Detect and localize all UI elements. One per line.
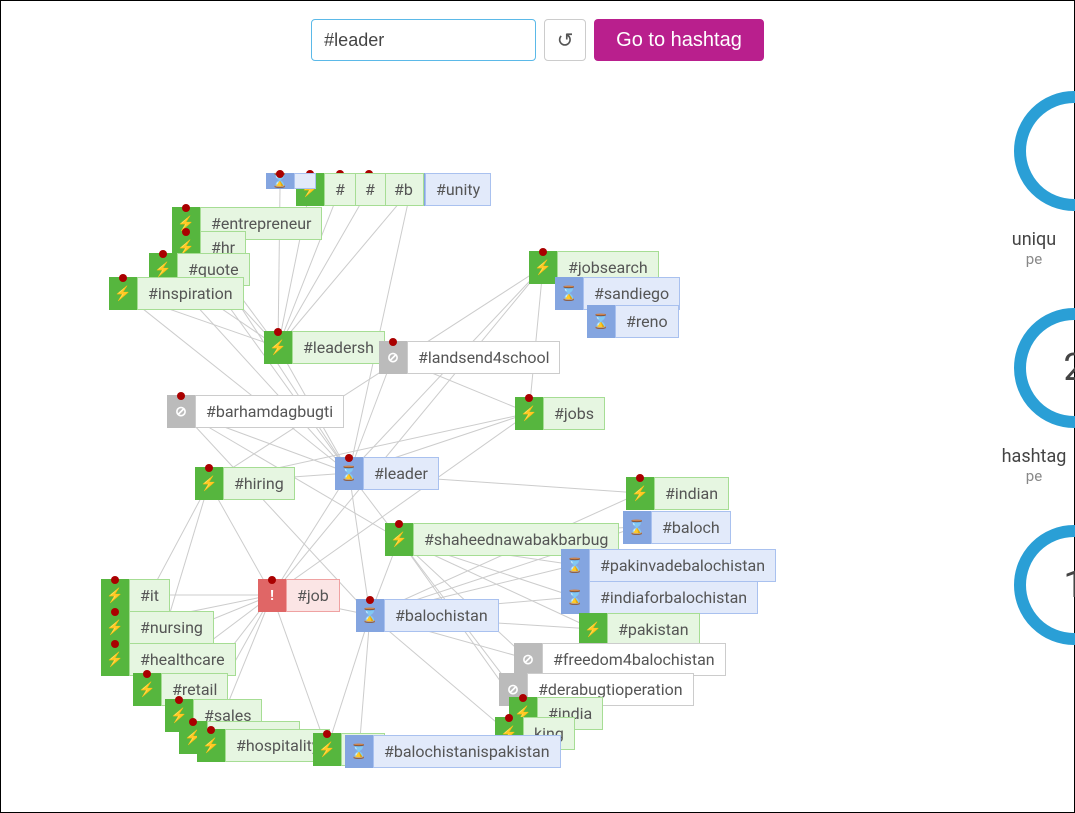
hashtag-label: #barhamdagbugti bbox=[195, 395, 344, 428]
hashtag-node[interactable]: !#job bbox=[258, 579, 340, 612]
stat-sub: pe bbox=[1026, 250, 1042, 268]
hourglass-icon: ⌛ bbox=[555, 277, 583, 310]
hourglass-icon: ⌛ bbox=[623, 511, 651, 544]
hashtag-label: #jobs bbox=[543, 397, 605, 430]
hashtag-node[interactable]: ⌛#pakinvadebalochistan bbox=[561, 549, 776, 582]
bolt-icon: ⚡ bbox=[264, 331, 292, 364]
hourglass-icon: ⌛ bbox=[561, 581, 589, 614]
hourglass-icon: ⌛ bbox=[345, 735, 373, 768]
hourglass-icon: ⌛ bbox=[356, 599, 384, 632]
hashtag-node[interactable]: ⌛#reno bbox=[587, 305, 679, 338]
hashtag-label: #leader bbox=[363, 457, 439, 490]
stat-sub: pe bbox=[1026, 467, 1042, 485]
stat-ring: 2 bbox=[1014, 308, 1075, 428]
search-bar: ↺ Go to hashtag bbox=[1, 19, 1074, 61]
hashtag-label: # bbox=[354, 173, 386, 206]
graph-nodes: ⌛#unity⚡#b⚡#⚡#⌛⚡#entrepreneur⚡#hr⚡#quote… bbox=[1, 1, 1074, 812]
hashtag-label: #b bbox=[383, 173, 424, 206]
bolt-icon: ⚡ bbox=[515, 397, 543, 430]
hashtag-label: #hiring bbox=[223, 467, 295, 500]
bolt-icon: ⚡ bbox=[385, 523, 413, 556]
bolt-icon: ⚡ bbox=[195, 467, 223, 500]
stat-label: hashtag bbox=[1002, 446, 1067, 467]
hashtag-label: #freedom4balochistan bbox=[542, 643, 726, 676]
stat-label: uniqu bbox=[1012, 229, 1056, 250]
stat-hashtag: 2 hashtag pe bbox=[994, 308, 1074, 485]
hashtag-label bbox=[294, 173, 316, 189]
bolt-icon: ⚡ bbox=[101, 643, 129, 676]
hashtag-label: #leadersh bbox=[292, 331, 385, 364]
hashtag-label: #reno bbox=[615, 305, 679, 338]
alert-icon: ! bbox=[258, 579, 286, 612]
bolt-icon: ⚡ bbox=[579, 613, 607, 646]
bolt-icon: ⚡ bbox=[529, 251, 557, 284]
hashtag-input[interactable] bbox=[311, 19, 536, 61]
hashtag-node[interactable]: ⌛#balochistanispakistan bbox=[345, 735, 561, 768]
hashtag-node[interactable]: ⊘#landsend4school bbox=[379, 341, 560, 374]
hashtag-node[interactable]: ⌛#balochistan bbox=[356, 599, 499, 632]
hashtag-node[interactable]: ⌛ bbox=[266, 173, 316, 189]
hashtag-node[interactable]: ⚡#hiring bbox=[195, 467, 295, 500]
hashtag-label: #job bbox=[286, 579, 340, 612]
hashtag-node[interactable]: ⚡#it bbox=[101, 579, 170, 612]
hashtag-node[interactable]: ⚡#leadersh bbox=[264, 331, 385, 364]
hashtag-label: #unity bbox=[425, 173, 491, 206]
hashtag-node[interactable]: ⌛#baloch bbox=[623, 511, 731, 544]
hashtag-label: # bbox=[324, 173, 356, 206]
bolt-icon: ⚡ bbox=[313, 733, 341, 766]
bolt-icon: ⚡ bbox=[109, 277, 137, 310]
bolt-icon: ⚡ bbox=[626, 477, 654, 510]
refresh-button[interactable]: ↺ bbox=[544, 19, 586, 61]
hourglass-icon: ⌛ bbox=[561, 549, 589, 582]
hashtag-node[interactable]: ⌛#leader bbox=[335, 457, 439, 490]
stat-ring bbox=[1014, 91, 1075, 211]
hashtag-node[interactable]: ⊘#freedom4balochistan bbox=[514, 643, 726, 676]
hashtag-node[interactable]: ⌛#indiaforbalochistan bbox=[561, 581, 758, 614]
hourglass-icon: ⌛ bbox=[266, 173, 294, 189]
hashtag-label: #baloch bbox=[651, 511, 731, 544]
block-icon: ⊘ bbox=[379, 341, 407, 374]
hashtag-node[interactable]: ⊘#barhamdagbugti bbox=[167, 395, 344, 428]
hashtag-label: #indiaforbalochistan bbox=[589, 581, 758, 614]
bolt-icon: ⚡ bbox=[197, 729, 225, 762]
block-icon: ⊘ bbox=[167, 395, 195, 428]
hourglass-icon: ⌛ bbox=[587, 305, 615, 338]
hashtag-label: #pakinvadebalochistan bbox=[589, 549, 776, 582]
go-to-hashtag-button[interactable]: Go to hashtag bbox=[594, 19, 764, 61]
hashtag-label: #inspiration bbox=[137, 277, 244, 310]
stats-sidebar: uniqu pe 2 hashtag pe 1 bbox=[994, 91, 1074, 645]
stat-third: 1 bbox=[994, 525, 1074, 645]
block-icon: ⊘ bbox=[514, 643, 542, 676]
hashtag-node[interactable]: ⚡#nursing bbox=[101, 611, 214, 644]
hashtag-label: #indian bbox=[654, 477, 729, 510]
hashtag-label: #pakistan bbox=[607, 613, 700, 646]
hashtag-node[interactable]: ⚡#inspiration bbox=[109, 277, 244, 310]
undo-icon: ↺ bbox=[557, 28, 574, 53]
hashtag-node[interactable]: ⚡#jobs bbox=[515, 397, 605, 430]
bolt-icon: ⚡ bbox=[133, 673, 161, 706]
hashtag-node[interactable]: ⚡#pakistan bbox=[579, 613, 700, 646]
hashtag-label: #it bbox=[129, 579, 170, 612]
hashtag-node[interactable]: ⚡#indian bbox=[626, 477, 729, 510]
stat-unique: uniqu pe bbox=[994, 91, 1074, 268]
hashtag-label: #nursing bbox=[129, 611, 214, 644]
hashtag-label: #landsend4school bbox=[407, 341, 560, 374]
hashtag-node[interactable]: ⚡#healthcare bbox=[101, 643, 236, 676]
hashtag-node[interactable]: ⚡#hospitality bbox=[197, 729, 330, 762]
stat-ring: 1 bbox=[1014, 525, 1075, 645]
hashtag-label: #balochistan bbox=[384, 599, 499, 632]
hourglass-icon: ⌛ bbox=[335, 457, 363, 490]
hashtag-label: #balochistanispakistan bbox=[373, 735, 561, 768]
